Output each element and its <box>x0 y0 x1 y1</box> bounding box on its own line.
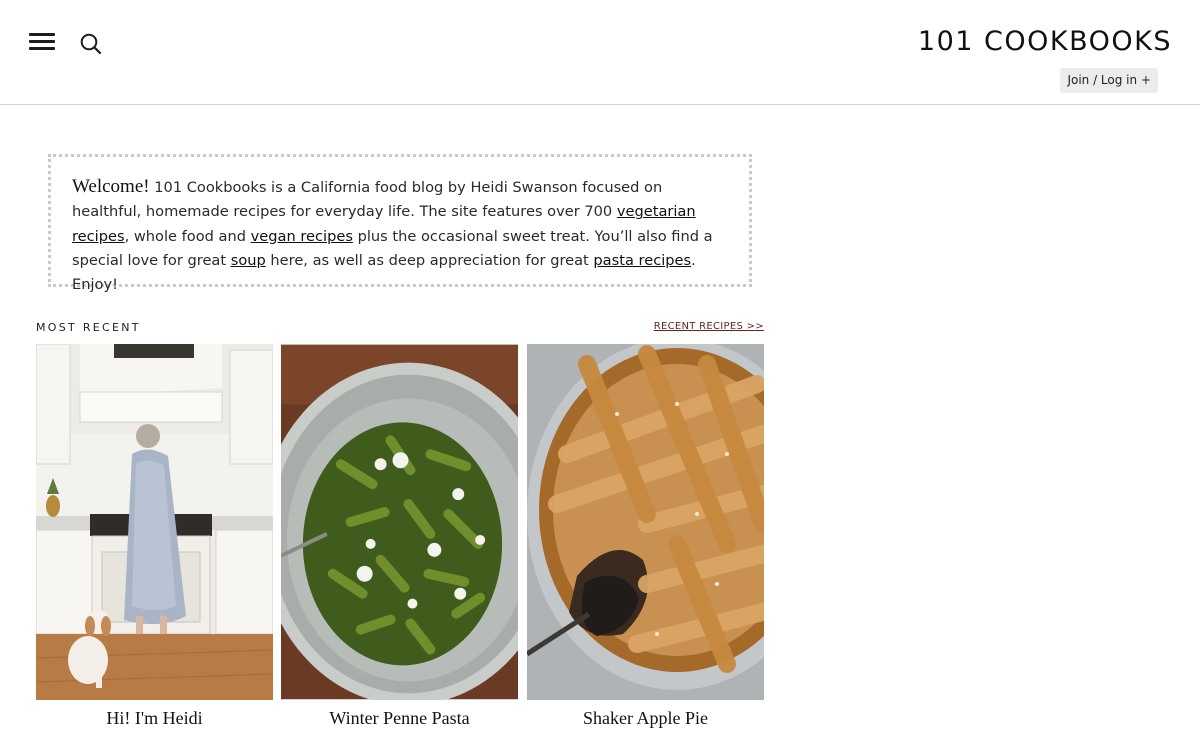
recipe-card-shaker-apple-pie[interactable]: Shaker Apple Pie <box>527 344 764 729</box>
heidi-kitchen-photo[interactable] <box>36 344 273 700</box>
welcome-box: Welcome! 101 Cookbooks is a California f… <box>48 154 752 293</box>
join-login-button[interactable]: Join / Log in + <box>1060 68 1158 93</box>
vegan-recipes-link[interactable]: vegan recipes <box>251 228 353 245</box>
pasta-recipes-link[interactable]: pasta recipes <box>593 252 691 269</box>
welcome-text: , whole food and <box>124 227 251 245</box>
recipe-card-winter-penne[interactable]: Winter Penne Pasta <box>281 344 518 729</box>
recipe-card-heidi[interactable]: Hi! I'm Heidi <box>36 344 273 729</box>
recipe-card-title[interactable]: Hi! I'm Heidi <box>36 708 273 729</box>
soup-link[interactable]: soup <box>231 252 266 269</box>
shaker-apple-pie-photo[interactable] <box>527 344 764 700</box>
recipe-card-title[interactable]: Shaker Apple Pie <box>527 708 764 729</box>
site-header: 101 COOKBOOKS Join / Log in + <box>0 0 1200 105</box>
welcome-text: here, as well as deep appreciation for g… <box>265 251 594 269</box>
welcome-text: 101 Cookbooks is a California food blog … <box>72 179 663 221</box>
most-recent-header: MOST RECENT RECENT RECIPES >> <box>36 321 764 335</box>
most-recent-title: MOST RECENT <box>36 321 141 334</box>
menu-icon[interactable] <box>29 33 55 51</box>
winter-penne-photo[interactable] <box>281 344 518 700</box>
site-logo[interactable]: 101 COOKBOOKS <box>918 26 1172 57</box>
search-icon[interactable] <box>79 32 103 56</box>
welcome-lead: Welcome! <box>72 176 150 197</box>
recent-recipes-link[interactable]: RECENT RECIPES >> <box>654 321 764 332</box>
recipe-card-title[interactable]: Winter Penne Pasta <box>281 708 518 729</box>
